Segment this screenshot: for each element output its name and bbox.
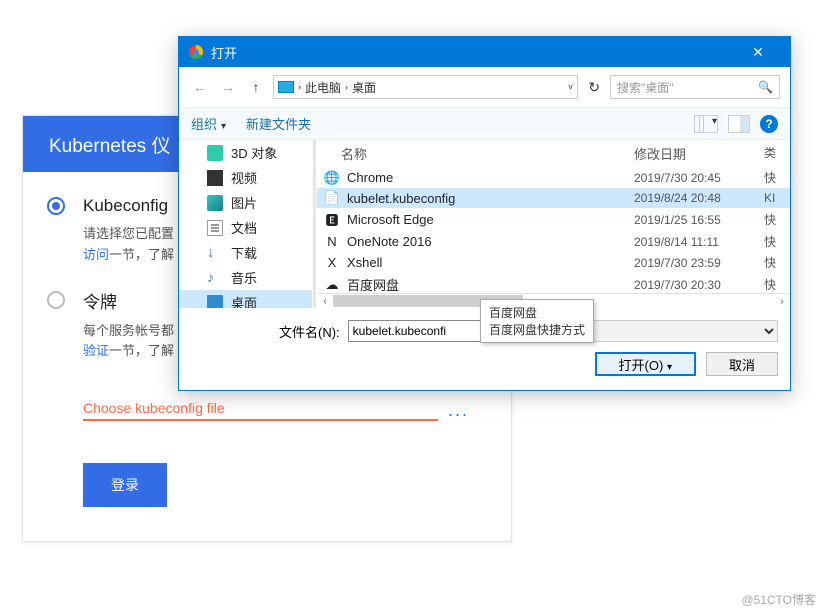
- file-name: Chrome: [347, 170, 634, 185]
- file-name: Xshell: [347, 255, 634, 270]
- help-icon[interactable]: ?: [760, 115, 778, 133]
- file-list-header[interactable]: 名称 修改日期 类: [317, 140, 790, 167]
- video-icon: [207, 170, 223, 186]
- tooltip-line2: 百度网盘快捷方式: [489, 321, 585, 338]
- chrome-icon: [189, 45, 203, 59]
- file-list[interactable]: 🌐Chrome2019/7/30 20:45快📄kubelet.kubeconf…: [317, 167, 790, 293]
- search-placeholder: 搜索"桌面": [617, 79, 674, 96]
- choose-kubeconfig-file[interactable]: Choose kubeconfig file: [83, 400, 438, 421]
- breadcrumb-root[interactable]: 此电脑: [305, 79, 341, 96]
- nav-forward-icon[interactable]: →: [217, 79, 239, 95]
- token-auth-link[interactable]: 验证: [83, 343, 109, 358]
- dl-icon: [207, 245, 223, 261]
- file-icon: X: [323, 255, 341, 270]
- view-menu[interactable]: [694, 115, 718, 133]
- tooltip: 百度网盘 百度网盘快捷方式: [480, 299, 594, 343]
- file-row[interactable]: X Xshell2019/7/30 23:59快: [317, 252, 790, 273]
- folder-tree[interactable]: 3D 对象视频图片文档下载音乐桌面: [179, 140, 312, 308]
- tree-item[interactable]: 图片: [179, 190, 312, 215]
- file-name: Microsoft Edge: [347, 212, 634, 227]
- tree-item[interactable]: 文档: [179, 215, 312, 240]
- file-icon: N: [323, 234, 341, 249]
- file-date: 2019/7/30 20:30: [634, 278, 764, 292]
- nav-up-icon[interactable]: ↑: [245, 79, 267, 95]
- file-row[interactable]: 🌐 Chrome2019/7/30 20:45快: [317, 167, 790, 188]
- file-type: 快: [764, 169, 784, 186]
- kubeconfig-access-link[interactable]: 访问: [83, 247, 109, 262]
- file-date: 2019/1/25 16:55: [634, 213, 764, 227]
- file-name: OneNote 2016: [347, 234, 634, 249]
- radio-kubeconfig-label: Kubeconfig: [83, 196, 168, 216]
- file-icon: 📄: [323, 190, 341, 206]
- file-date: 2019/7/30 23:59: [634, 256, 764, 270]
- tree-item-label: 文档: [231, 218, 257, 237]
- column-name[interactable]: 名称: [323, 144, 634, 163]
- tree-item[interactable]: 音乐: [179, 265, 312, 290]
- column-date[interactable]: 修改日期: [634, 144, 764, 163]
- tooltip-line1: 百度网盘: [489, 304, 585, 321]
- monitor-icon: [278, 81, 294, 93]
- organize-menu[interactable]: 组织: [191, 114, 226, 133]
- file-row[interactable]: 📄 kubelet.kubeconfig2019/8/24 20:48KI: [317, 188, 790, 208]
- tree-item[interactable]: 下载: [179, 240, 312, 265]
- more-button[interactable]: ...: [438, 400, 479, 421]
- dialog-titlebar[interactable]: 打开 ✕: [179, 37, 790, 67]
- breadcrumb-child[interactable]: 桌面: [352, 79, 376, 96]
- nav-back-icon[interactable]: ←: [189, 79, 211, 95]
- pic-icon: [207, 195, 223, 211]
- radio-token-label: 令牌: [83, 288, 117, 313]
- file-row[interactable]: ☁ 百度网盘2019/7/30 20:30快: [317, 273, 790, 293]
- breadcrumb-path[interactable]: › 此电脑 › 桌面 ˅: [273, 75, 578, 99]
- 3d-icon: [207, 145, 223, 161]
- search-input[interactable]: 搜索"桌面" 🔍: [610, 75, 780, 99]
- attribution-text: @51CTO博客: [741, 591, 816, 608]
- tree-item-label: 视频: [231, 168, 257, 187]
- file-row[interactable]: N OneNote 20162019/8/14 11:11快: [317, 231, 790, 252]
- tree-item[interactable]: 桌面: [179, 290, 312, 308]
- tree-item[interactable]: 3D 对象: [179, 140, 312, 165]
- scroll-left-icon[interactable]: ‹: [317, 296, 333, 307]
- file-name: 百度网盘: [347, 275, 634, 293]
- file-row[interactable]: 🅴 Microsoft Edge2019/1/25 16:55快: [317, 208, 790, 231]
- doc-icon: [207, 220, 223, 236]
- column-type[interactable]: 类: [764, 144, 784, 163]
- cancel-button[interactable]: 取消: [706, 352, 778, 376]
- file-date: 2019/8/24 20:48: [634, 191, 764, 205]
- search-icon[interactable]: 🔍: [758, 80, 773, 94]
- music-icon: [207, 270, 223, 286]
- file-type: 快: [764, 254, 784, 271]
- file-type: 快: [764, 211, 784, 228]
- radio-token[interactable]: [47, 291, 65, 309]
- scroll-right-icon[interactable]: ›: [774, 296, 790, 307]
- file-date: 2019/8/14 11:11: [634, 235, 764, 249]
- file-icon: ☁: [323, 277, 341, 293]
- tree-item-label: 音乐: [231, 268, 257, 287]
- kubernetes-title: Kubernetes 仪: [49, 131, 170, 158]
- desk-icon: [207, 295, 223, 309]
- tree-item-label: 下载: [231, 243, 257, 262]
- close-icon[interactable]: ✕: [736, 44, 780, 61]
- tree-item[interactable]: 视频: [179, 165, 312, 190]
- preview-pane-toggle[interactable]: [728, 115, 750, 133]
- tree-item-label: 桌面: [231, 293, 257, 308]
- file-icon: 🌐: [323, 170, 341, 186]
- login-button[interactable]: 登录: [83, 463, 167, 507]
- tree-item-label: 3D 对象: [231, 143, 277, 162]
- file-type: 快: [764, 276, 784, 293]
- file-date: 2019/7/30 20:45: [634, 171, 764, 185]
- file-type: 快: [764, 233, 784, 250]
- new-folder-button[interactable]: 新建文件夹: [246, 114, 311, 133]
- file-icon: 🅴: [323, 210, 341, 229]
- dialog-title-text: 打开: [211, 43, 237, 62]
- radio-kubeconfig[interactable]: [47, 197, 65, 215]
- refresh-icon[interactable]: ↻: [584, 79, 604, 96]
- filename-label: 文件名(N):: [279, 322, 340, 341]
- file-name: kubelet.kubeconfig: [347, 191, 634, 206]
- file-type: KI: [764, 191, 784, 205]
- tree-item-label: 图片: [231, 193, 257, 212]
- open-button[interactable]: 打开(O) ▾: [595, 352, 696, 376]
